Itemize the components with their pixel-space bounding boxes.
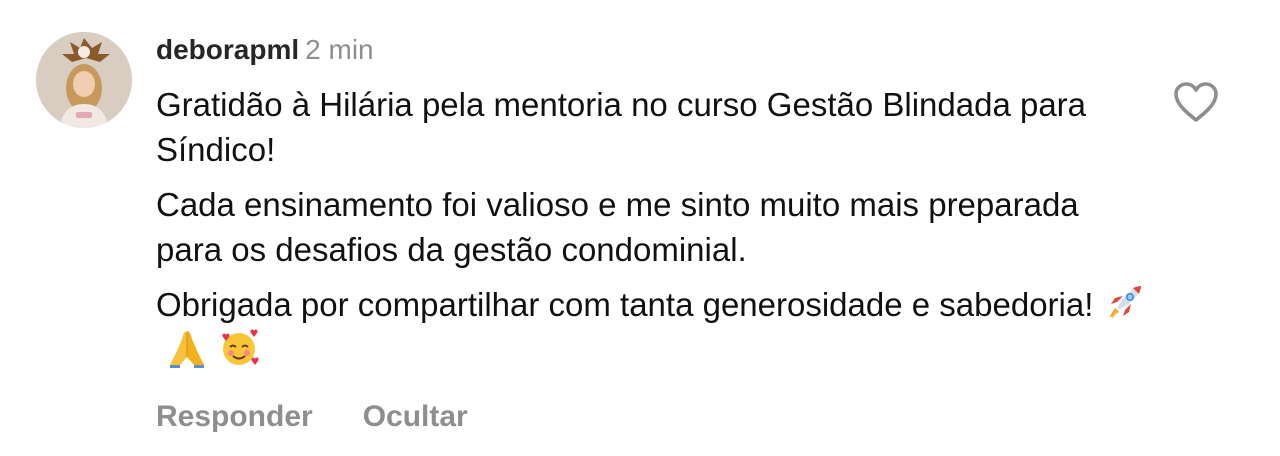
reply-button[interactable]: Responder [156, 400, 313, 433]
profile-photo [36, 32, 132, 128]
comment-paragraph: Cada ensinamento foi valioso e me sinto … [156, 186, 1079, 268]
hide-button[interactable]: Ocultar [363, 400, 468, 433]
comment-actions: Responder Ocultar [156, 400, 518, 434]
heart-outline-icon[interactable] [1172, 80, 1220, 124]
comment: deborapml 2 min Gratidão à Hilária pela m… [0, 0, 1280, 456]
comment-paragraph-text: Obrigada por compartilhar com tanta gene… [156, 286, 1094, 323]
folded-hands-emoji [170, 331, 204, 368]
comment-header: deborapml 2 min [156, 30, 1146, 70]
comment-paragraph: Gratidão à Hilária pela mentoria no curs… [156, 86, 1087, 168]
comment-paragraph-last: Obrigada por compartilhar com tanta gene… [156, 282, 1146, 372]
timestamp: 2 min [305, 34, 374, 65]
rocket-emoji [1109, 286, 1142, 320]
avatar[interactable] [36, 32, 132, 128]
smiling-face-with-hearts-emoji [222, 329, 259, 365]
username[interactable]: deborapml [156, 34, 299, 65]
heart-outline-icon-shape [1174, 82, 1218, 122]
comment-body: deborapml 2 min Gratidão à Hilária pela m… [156, 30, 1146, 372]
